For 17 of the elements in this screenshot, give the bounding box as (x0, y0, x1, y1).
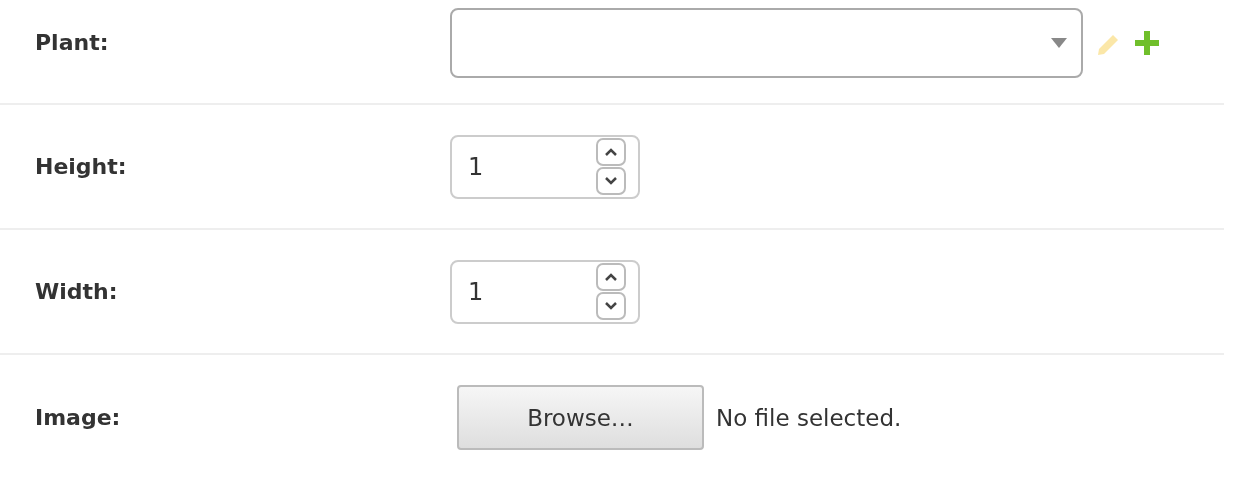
field-label: Image: (35, 405, 121, 430)
caret-icon (1051, 37, 1067, 48)
number-field[interactable]: 1 (450, 259, 640, 324)
file-status: No file selected. (716, 404, 902, 431)
number-field[interactable]: 1 (450, 134, 640, 199)
decrement-button[interactable] (596, 167, 626, 195)
chevron-up-icon (604, 147, 618, 157)
field-label: Height: (35, 154, 127, 179)
field-label: Plant: (35, 30, 109, 55)
chevron-up-icon (604, 272, 618, 282)
chevron-down-icon (604, 176, 618, 186)
browse-button[interactable]: Browse… (457, 385, 704, 450)
increment-button[interactable] (596, 138, 626, 166)
increment-button[interactable] (596, 263, 626, 291)
decrement-button[interactable] (596, 292, 626, 320)
chevron-down-icon (604, 301, 618, 311)
field-label: Width: (35, 279, 118, 304)
